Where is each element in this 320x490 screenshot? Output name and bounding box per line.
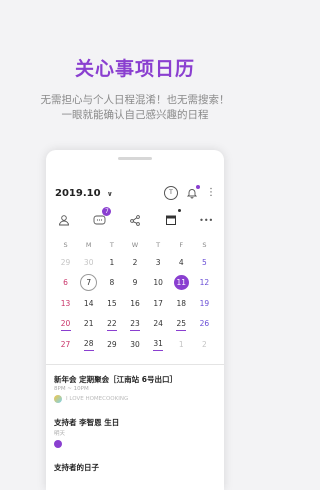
chat-icon[interactable]: 7 (91, 207, 112, 228)
event-meta-text: I LOVE HOMECOOKING (66, 396, 129, 402)
calendar-day-selected[interactable]: 11 (170, 273, 193, 294)
weekday-label: W (131, 241, 139, 249)
phone-screen: 2019.10 ∨ T ⋮ 7 ••• S M T W T F S 29 30 … (46, 150, 224, 490)
calendar-day[interactable]: 15 (100, 293, 123, 314)
chevron-down-icon: ∨ (107, 190, 113, 198)
calendar-day[interactable]: 24 (147, 314, 170, 335)
calendar-day[interactable]: 9 (123, 273, 146, 294)
calendar-day[interactable]: 4 (170, 252, 193, 273)
calendar-week: 6 7 8 9 10 11 12 (54, 273, 216, 294)
calendar-day[interactable]: 18 (170, 293, 193, 314)
calendar-day-event[interactable]: 31 (147, 334, 170, 355)
weekday-label: F (179, 241, 184, 249)
event-item[interactable]: 支持者 李智恩 生日 明天 (54, 417, 219, 448)
calendar-week: 20 21 22 23 24 25 26 (54, 314, 216, 335)
calendar-day[interactable]: 14 (77, 293, 100, 314)
calendar-day[interactable]: 1 (170, 334, 193, 355)
avatar (54, 395, 62, 403)
calendar-week: 13 14 15 16 17 18 19 (54, 293, 216, 314)
calendar-day-event[interactable]: 25 (170, 314, 193, 335)
chat-badge: 7 (102, 207, 112, 216)
more-vertical-icon[interactable]: ⋮ (206, 187, 216, 199)
hero-subtitle-line1: 无需担心与个人日程混淆！也无需搜索！ (40, 94, 230, 106)
calendar-day[interactable]: 8 (100, 273, 123, 294)
calendar-day-today[interactable]: 7 (77, 273, 100, 294)
weekday-label: S (63, 241, 68, 249)
calendar-day[interactable]: 29 (54, 252, 77, 273)
divider (46, 364, 224, 365)
toolbar: 7 ••• (46, 207, 224, 228)
event-meta (54, 440, 219, 448)
event-title: 新年会 定期聚会［江南站 6号出口］ (54, 375, 177, 384)
weekday-label: T (156, 241, 161, 249)
bell-icon[interactable] (186, 185, 200, 199)
calendar-grid: S M T W T F S 29 30 1 2 3 4 5 6 7 8 9 10… (54, 238, 216, 355)
calendar-day[interactable]: 5 (193, 252, 216, 273)
calendar-day[interactable]: 30 (77, 252, 100, 273)
calendar-day[interactable]: 17 (147, 293, 170, 314)
calendar-day[interactable]: 6 (54, 273, 77, 294)
calendar-day-event[interactable]: 22 (100, 314, 123, 335)
hero-title: 关心事项日历 (74, 58, 195, 80)
calendar-day[interactable]: 16 (123, 293, 146, 314)
calendar-day[interactable]: 29 (100, 334, 123, 355)
calendar-day[interactable]: 10 (147, 273, 170, 294)
event-time: 8PM ~ 10PM (54, 386, 89, 392)
event-title: 支持者 李智恩 生日 (54, 418, 120, 427)
calendar-day[interactable]: 19 (193, 293, 216, 314)
calendar-week: 27 28 29 30 31 1 2 (54, 334, 216, 355)
event-list: 新年会 定期聚会［江南站 6号出口］ 8PM ~ 10PM I LOVE HOM… (54, 374, 219, 487)
calendar-day[interactable]: 3 (147, 252, 170, 273)
calendar-day-event[interactable]: 20 (54, 314, 77, 335)
weekday-label: T (109, 241, 114, 249)
calendar-dot (177, 209, 181, 212)
today-circle-icon[interactable]: T (164, 186, 178, 200)
calendar-day-event[interactable]: 28 (77, 334, 100, 355)
event-meta: I LOVE HOMECOOKING (54, 395, 219, 403)
month-label: 2019.10 (55, 188, 101, 199)
share-icon[interactable] (127, 212, 143, 228)
header-icons: T ⋮ (164, 185, 216, 200)
event-time: 明天 (54, 431, 66, 437)
weekday-label: S (202, 241, 207, 249)
more-horizontal-icon[interactable]: ••• (198, 212, 214, 228)
calendar-day[interactable]: 1 (100, 252, 123, 273)
calendar-week: 29 30 1 2 3 4 5 (54, 252, 216, 273)
calendar-day[interactable]: 27 (54, 334, 77, 355)
calendar-icon[interactable] (163, 209, 181, 228)
calendar-day[interactable]: 13 (54, 293, 77, 314)
calendar-day[interactable]: 2 (193, 334, 216, 355)
calendar-day[interactable]: 2 (123, 252, 146, 273)
event-title: 支持者的日子 (54, 463, 99, 472)
event-item[interactable]: 支持者的日子 (54, 462, 219, 473)
event-item[interactable]: 新年会 定期聚会［江南站 6号出口］ 8PM ~ 10PM I LOVE HOM… (54, 374, 219, 403)
calendar-day-event[interactable]: 23 (123, 314, 146, 335)
calendar-day[interactable]: 30 (123, 334, 146, 355)
month-selector[interactable]: 2019.10 ∨ (55, 188, 113, 199)
avatar (54, 440, 62, 448)
calendar-day[interactable]: 21 (77, 314, 100, 335)
calendar-day[interactable]: 12 (193, 273, 216, 294)
phone-notch (118, 157, 152, 160)
weekday-header: S M T W T F S (54, 238, 216, 252)
weekday-label: M (85, 241, 92, 249)
person-icon[interactable] (56, 212, 72, 228)
hero-subtitle-line2: 一眼就能确认自己感兴趣的日程 (61, 109, 209, 121)
notification-dot (196, 185, 200, 189)
calendar-day[interactable]: 26 (193, 314, 216, 335)
